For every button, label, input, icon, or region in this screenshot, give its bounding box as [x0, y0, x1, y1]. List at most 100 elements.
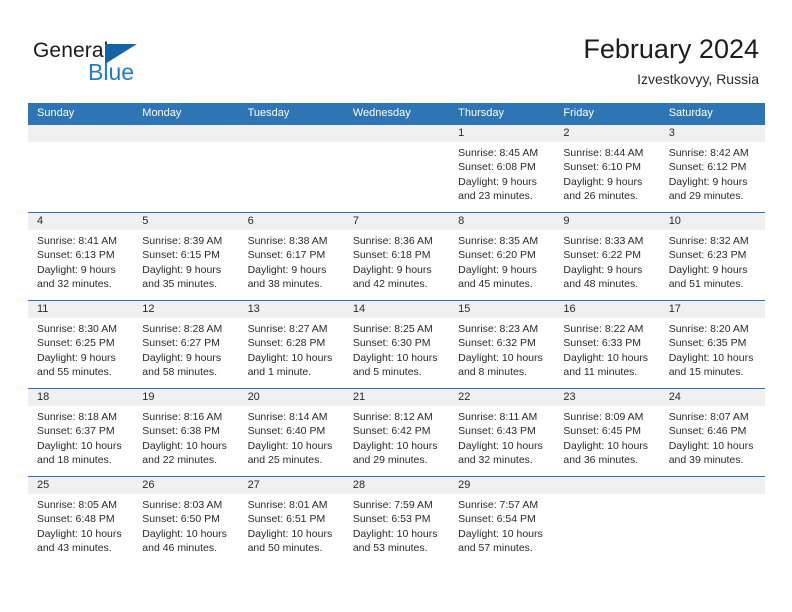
day-number: 23: [554, 389, 660, 406]
daylight-text-line2: and 43 minutes.: [37, 542, 112, 555]
daylight-text-line2: and 45 minutes.: [458, 278, 533, 291]
sunrise-text: Sunrise: 8:16 AM: [142, 411, 223, 423]
day-number: 9: [554, 213, 660, 230]
day-cell[interactable]: 24 Sunrise: 8:07 AM Sunset: 6:46 PM Dayl…: [659, 389, 765, 476]
sunset-text: Sunset: 6:18 PM: [352, 249, 431, 262]
day-cell[interactable]: 11 Sunrise: 8:30 AM Sunset: 6:25 PM Dayl…: [28, 301, 134, 388]
week-row: 11 Sunrise: 8:30 AM Sunset: 6:25 PM Dayl…: [28, 300, 765, 388]
sunrise-text: Sunrise: 8:32 AM: [668, 235, 749, 247]
day-cell[interactable]: [343, 125, 450, 212]
day-number: 16: [554, 301, 660, 318]
day-cell[interactable]: [133, 125, 239, 212]
daylight-text-line2: and 8 minutes.: [458, 366, 528, 379]
day-cell[interactable]: 9 Sunrise: 8:33 AM Sunset: 6:22 PM Dayli…: [554, 213, 660, 300]
day-cell[interactable]: 12 Sunrise: 8:28 AM Sunset: 6:27 PM Dayl…: [133, 301, 239, 388]
day-cell[interactable]: 28 Sunrise: 7:59 AM Sunset: 6:53 PM Dayl…: [343, 477, 450, 564]
sunset-text: Sunset: 6:51 PM: [247, 513, 326, 526]
day-number: 13: [238, 301, 344, 318]
daylight-text-line1: Daylight: 10 hours: [37, 527, 122, 540]
day-cell[interactable]: 20 Sunrise: 8:14 AM Sunset: 6:40 PM Dayl…: [238, 389, 344, 476]
daylight-text-line2: and 42 minutes.: [352, 278, 428, 291]
day-details: Sunrise: 8:05 AM Sunset: 6:48 PM Dayligh…: [28, 494, 133, 556]
day-details: [239, 142, 344, 146]
daylight-text-line2: and 1 minute.: [247, 366, 312, 379]
day-number: 12: [133, 301, 239, 318]
daylight-text-line2: and 5 minutes.: [352, 366, 422, 379]
day-number: 10: [659, 213, 765, 230]
daylight-text-line1: Daylight: 10 hours: [142, 527, 227, 540]
day-cell[interactable]: 19 Sunrise: 8:16 AM Sunset: 6:38 PM Dayl…: [133, 389, 239, 476]
weekday-header-sunday: Sunday: [37, 107, 75, 119]
day-cell[interactable]: 16 Sunrise: 8:22 AM Sunset: 6:33 PM Dayl…: [554, 301, 660, 388]
daylight-text-line2: and 26 minutes.: [563, 190, 639, 203]
day-cell[interactable]: 22 Sunrise: 8:11 AM Sunset: 6:43 PM Dayl…: [449, 389, 555, 476]
calendar-grid: Sunday Monday Tuesday Wednesday Thursday…: [28, 103, 765, 564]
sunset-text: Sunset: 6:22 PM: [563, 249, 642, 262]
sunrise-text: Sunrise: 8:09 AM: [563, 411, 644, 423]
sunrise-text: Sunrise: 8:27 AM: [247, 323, 328, 335]
sunset-text: Sunset: 6:25 PM: [37, 337, 115, 350]
sunset-text: Sunset: 6:45 PM: [563, 425, 642, 438]
day-number: 8: [449, 213, 555, 230]
day-cell[interactable]: 13 Sunrise: 8:27 AM Sunset: 6:28 PM Dayl…: [238, 301, 344, 388]
day-cell[interactable]: 6 Sunrise: 8:38 AM Sunset: 6:17 PM Dayli…: [238, 213, 344, 300]
day-number: 5: [133, 213, 239, 230]
day-number: 28: [343, 477, 450, 494]
day-cell[interactable]: 5 Sunrise: 8:39 AM Sunset: 6:15 PM Dayli…: [133, 213, 239, 300]
daylight-text-line2: and 53 minutes.: [352, 542, 428, 555]
day-cell[interactable]: [554, 477, 660, 564]
daylight-text-line1: Daylight: 10 hours: [37, 439, 122, 452]
day-cell[interactable]: 23 Sunrise: 8:09 AM Sunset: 6:45 PM Dayl…: [554, 389, 660, 476]
day-cell[interactable]: 3 Sunrise: 8:42 AM Sunset: 6:12 PM Dayli…: [659, 125, 765, 212]
daylight-text-line2: and 18 minutes.: [37, 454, 112, 467]
day-cell[interactable]: [238, 125, 344, 212]
calendar-page: General Blue February 2024 Izvestkovyy, …: [0, 0, 792, 612]
day-number: 18: [28, 389, 134, 406]
day-cell[interactable]: [28, 125, 134, 212]
day-cell[interactable]: 1 Sunrise: 8:45 AM Sunset: 6:08 PM Dayli…: [449, 125, 555, 212]
day-cell[interactable]: 15 Sunrise: 8:23 AM Sunset: 6:32 PM Dayl…: [449, 301, 555, 388]
day-details: Sunrise: 8:25 AM Sunset: 6:30 PM Dayligh…: [344, 318, 449, 380]
sunset-text: Sunset: 6:38 PM: [142, 425, 220, 438]
day-number: 25: [28, 477, 134, 494]
daylight-text-line1: Daylight: 10 hours: [247, 439, 333, 452]
sunset-text: Sunset: 6:27 PM: [142, 337, 220, 350]
day-cell[interactable]: 18 Sunrise: 8:18 AM Sunset: 6:37 PM Dayl…: [28, 389, 134, 476]
day-number: 24: [659, 389, 765, 406]
day-cell[interactable]: 2 Sunrise: 8:44 AM Sunset: 6:10 PM Dayli…: [554, 125, 660, 212]
day-details: Sunrise: 8:01 AM Sunset: 6:51 PM Dayligh…: [239, 494, 344, 556]
day-number: 11: [28, 301, 134, 318]
day-number: 7: [343, 213, 450, 230]
day-cell[interactable]: 4 Sunrise: 8:41 AM Sunset: 6:13 PM Dayli…: [28, 213, 134, 300]
day-number: 22: [449, 389, 555, 406]
weekday-header-thursday: Thursday: [458, 107, 504, 119]
day-cell[interactable]: 14 Sunrise: 8:25 AM Sunset: 6:30 PM Dayl…: [343, 301, 450, 388]
daylight-text-line2: and 38 minutes.: [247, 278, 323, 291]
daylight-text-line2: and 39 minutes.: [668, 454, 744, 467]
daylight-text-line2: and 32 minutes.: [458, 454, 533, 467]
day-cell[interactable]: 8 Sunrise: 8:35 AM Sunset: 6:20 PM Dayli…: [449, 213, 555, 300]
day-cell[interactable]: 21 Sunrise: 8:12 AM Sunset: 6:42 PM Dayl…: [343, 389, 450, 476]
daylight-text-line1: Daylight: 9 hours: [37, 351, 116, 364]
day-details: Sunrise: 8:09 AM Sunset: 6:45 PM Dayligh…: [554, 406, 659, 468]
day-details: Sunrise: 8:14 AM Sunset: 6:40 PM Dayligh…: [239, 406, 344, 468]
day-cell[interactable]: 29 Sunrise: 7:57 AM Sunset: 6:54 PM Dayl…: [449, 477, 555, 564]
weekday-header-friday: Friday: [563, 107, 594, 119]
daylight-text-line1: Daylight: 9 hours: [352, 263, 432, 276]
sunrise-text: Sunrise: 8:18 AM: [37, 411, 117, 423]
day-cell[interactable]: 17 Sunrise: 8:20 AM Sunset: 6:35 PM Dayl…: [659, 301, 765, 388]
day-number: 17: [659, 301, 765, 318]
week-row: 25 Sunrise: 8:05 AM Sunset: 6:48 PM Dayl…: [28, 476, 765, 564]
day-cell[interactable]: 10 Sunrise: 8:32 AM Sunset: 6:23 PM Dayl…: [659, 213, 765, 300]
day-cell[interactable]: [659, 477, 765, 564]
day-cell[interactable]: 25 Sunrise: 8:05 AM Sunset: 6:48 PM Dayl…: [28, 477, 134, 564]
day-details: Sunrise: 8:35 AM Sunset: 6:20 PM Dayligh…: [449, 230, 554, 292]
day-cell[interactable]: 7 Sunrise: 8:36 AM Sunset: 6:18 PM Dayli…: [343, 213, 450, 300]
sunset-text: Sunset: 6:40 PM: [247, 425, 326, 438]
day-cell[interactable]: 26 Sunrise: 8:03 AM Sunset: 6:50 PM Dayl…: [133, 477, 239, 564]
daylight-text-line1: Daylight: 9 hours: [668, 175, 748, 188]
sunset-text: Sunset: 6:53 PM: [352, 513, 431, 526]
day-cell[interactable]: 27 Sunrise: 8:01 AM Sunset: 6:51 PM Dayl…: [238, 477, 344, 564]
general-blue-logo: General Blue: [33, 40, 183, 90]
day-details: Sunrise: 8:36 AM Sunset: 6:18 PM Dayligh…: [344, 230, 449, 292]
